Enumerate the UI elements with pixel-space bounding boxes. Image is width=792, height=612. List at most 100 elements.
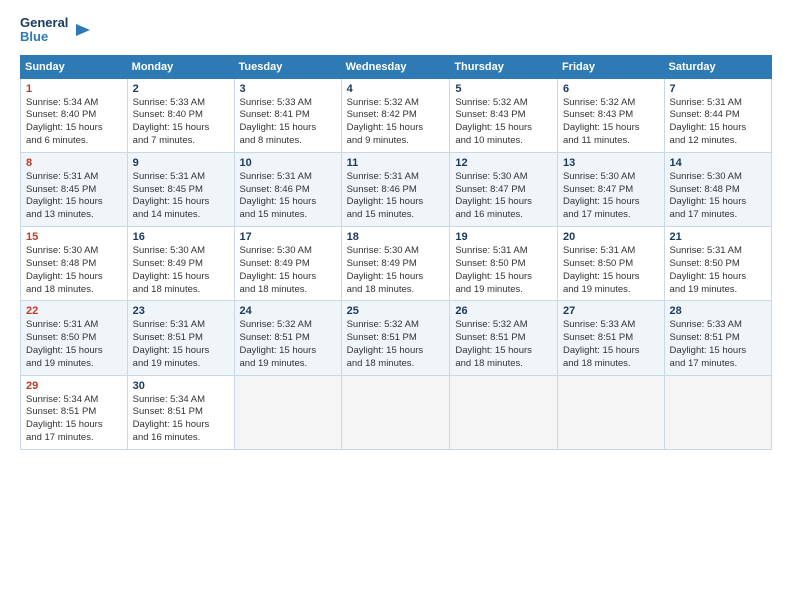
day-info: Sunrise: 5:34 AMSunset: 8:51 PMDaylight:…: [133, 394, 210, 443]
table-row: [341, 375, 450, 449]
calendar-header-tuesday: Tuesday: [234, 55, 341, 78]
day-info: Sunrise: 5:30 AMSunset: 8:47 PMDaylight:…: [455, 171, 532, 220]
day-number: 28: [670, 305, 766, 317]
calendar-header-wednesday: Wednesday: [341, 55, 450, 78]
day-number: 4: [347, 83, 445, 95]
table-row: 21 Sunrise: 5:31 AMSunset: 8:50 PMDayligh…: [664, 227, 771, 301]
day-info: Sunrise: 5:33 AMSunset: 8:40 PMDaylight:…: [133, 97, 210, 146]
page-header: General Blue: [20, 16, 772, 45]
day-info: Sunrise: 5:33 AMSunset: 8:51 PMDaylight:…: [563, 319, 640, 368]
day-number: 19: [455, 231, 552, 243]
day-number: 8: [26, 157, 122, 169]
table-row: [557, 375, 664, 449]
table-row: 5Sunrise: 5:32 AMSunset: 8:43 PMDaylight…: [450, 78, 558, 152]
table-row: 3 Sunrise: 5:33 AMSunset: 8:41 PMDaylight…: [234, 78, 341, 152]
day-number: 26: [455, 305, 552, 317]
day-number: 18: [347, 231, 445, 243]
day-info: Sunrise: 5:31 AMSunset: 8:46 PMDaylight:…: [347, 171, 424, 220]
calendar-header-saturday: Saturday: [664, 55, 771, 78]
day-info: Sunrise: 5:31 AMSunset: 8:46 PMDaylight:…: [240, 171, 317, 220]
logo-line2: Blue: [20, 30, 68, 44]
calendar-header-friday: Friday: [557, 55, 664, 78]
day-number: 9: [133, 157, 229, 169]
day-info: Sunrise: 5:31 AMSunset: 8:50 PMDaylight:…: [26, 319, 103, 368]
table-row: 30 Sunrise: 5:34 AMSunset: 8:51 PMDayligh…: [127, 375, 234, 449]
day-info: Sunrise: 5:31 AMSunset: 8:44 PMDaylight:…: [670, 97, 747, 146]
day-number: 14: [670, 157, 766, 169]
logo-line1: General: [20, 16, 68, 30]
table-row: 13 Sunrise: 5:30 AMSunset: 8:47 PMDayligh…: [557, 152, 664, 226]
table-row: 6 Sunrise: 5:32 AMSunset: 8:43 PMDaylight…: [557, 78, 664, 152]
day-info: Sunrise: 5:32 AMSunset: 8:51 PMDaylight:…: [455, 319, 532, 368]
table-row: [234, 375, 341, 449]
table-row: 10 Sunrise: 5:31 AMSunset: 8:46 PMDayligh…: [234, 152, 341, 226]
table-row: 12 Sunrise: 5:30 AMSunset: 8:47 PMDayligh…: [450, 152, 558, 226]
day-number: 6: [563, 83, 659, 95]
day-info: Sunrise: 5:30 AMSunset: 8:49 PMDaylight:…: [347, 245, 424, 294]
table-row: 22Sunrise: 5:31 AMSunset: 8:50 PMDayligh…: [21, 301, 128, 375]
day-info: Sunrise: 5:31 AMSunset: 8:50 PMDaylight:…: [670, 245, 747, 294]
table-row: 29 Sunrise: 5:34 AMSunset: 8:51 PMDayligh…: [21, 375, 128, 449]
day-number: 7: [670, 83, 766, 95]
day-number: 23: [133, 305, 229, 317]
calendar-header-sunday: Sunday: [21, 55, 128, 78]
day-info: Sunrise: 5:30 AMSunset: 8:49 PMDaylight:…: [240, 245, 317, 294]
table-row: 16 Sunrise: 5:30 AMSunset: 8:49 PMDayligh…: [127, 227, 234, 301]
logo-arrow-icon: [72, 20, 92, 40]
table-row: 17 Sunrise: 5:30 AMSunset: 8:49 PMDayligh…: [234, 227, 341, 301]
day-number: 30: [133, 380, 229, 392]
table-row: 20 Sunrise: 5:31 AMSunset: 8:50 PMDayligh…: [557, 227, 664, 301]
table-row: 14Sunrise: 5:30 AMSunset: 8:48 PMDayligh…: [664, 152, 771, 226]
table-row: 9 Sunrise: 5:31 AMSunset: 8:45 PMDaylight…: [127, 152, 234, 226]
day-info: Sunrise: 5:30 AMSunset: 8:48 PMDaylight:…: [26, 245, 103, 294]
table-row: 28Sunrise: 5:33 AMSunset: 8:51 PMDayligh…: [664, 301, 771, 375]
day-number: 13: [563, 157, 659, 169]
table-row: 4 Sunrise: 5:32 AMSunset: 8:42 PMDaylight…: [341, 78, 450, 152]
day-info: Sunrise: 5:30 AMSunset: 8:49 PMDaylight:…: [133, 245, 210, 294]
day-info: Sunrise: 5:32 AMSunset: 8:51 PMDaylight:…: [240, 319, 317, 368]
day-info: Sunrise: 5:33 AMSunset: 8:41 PMDaylight:…: [240, 97, 317, 146]
table-row: 7 Sunrise: 5:31 AMSunset: 8:44 PMDaylight…: [664, 78, 771, 152]
day-info: Sunrise: 5:34 AMSunset: 8:51 PMDaylight:…: [26, 394, 103, 443]
day-number: 16: [133, 231, 229, 243]
day-info: Sunrise: 5:31 AMSunset: 8:50 PMDaylight:…: [563, 245, 640, 294]
day-info: Sunrise: 5:32 AMSunset: 8:42 PMDaylight:…: [347, 97, 424, 146]
calendar-header-monday: Monday: [127, 55, 234, 78]
day-number: 25: [347, 305, 445, 317]
table-row: 18 Sunrise: 5:30 AMSunset: 8:49 PMDayligh…: [341, 227, 450, 301]
day-number: 21: [670, 231, 766, 243]
day-number: 24: [240, 305, 336, 317]
day-info: Sunrise: 5:32 AMSunset: 8:43 PMDaylight:…: [563, 97, 640, 146]
day-info: Sunrise: 5:31 AMSunset: 8:45 PMDaylight:…: [133, 171, 210, 220]
day-info: Sunrise: 5:31 AMSunset: 8:45 PMDaylight:…: [26, 171, 103, 220]
table-row: 8 Sunrise: 5:31 AMSunset: 8:45 PMDaylight…: [21, 152, 128, 226]
day-number: 2: [133, 83, 229, 95]
day-number: 5: [455, 83, 552, 95]
day-number: 3: [240, 83, 336, 95]
day-number: 12: [455, 157, 552, 169]
day-info: Sunrise: 5:34 AMSunset: 8:40 PMDaylight:…: [26, 97, 103, 146]
table-row: 23 Sunrise: 5:31 AMSunset: 8:51 PMDayligh…: [127, 301, 234, 375]
day-info: Sunrise: 5:30 AMSunset: 8:47 PMDaylight:…: [563, 171, 640, 220]
day-number: 1: [26, 83, 122, 95]
day-number: 15: [26, 231, 122, 243]
table-row: [664, 375, 771, 449]
day-number: 27: [563, 305, 659, 317]
table-row: 11 Sunrise: 5:31 AMSunset: 8:46 PMDayligh…: [341, 152, 450, 226]
day-number: 17: [240, 231, 336, 243]
day-number: 20: [563, 231, 659, 243]
day-info: Sunrise: 5:32 AMSunset: 8:51 PMDaylight:…: [347, 319, 424, 368]
table-row: 26 Sunrise: 5:32 AMSunset: 8:51 PMDayligh…: [450, 301, 558, 375]
table-row: 25 Sunrise: 5:32 AMSunset: 8:51 PMDayligh…: [341, 301, 450, 375]
day-number: 29: [26, 380, 122, 392]
table-row: [450, 375, 558, 449]
day-info: Sunrise: 5:31 AMSunset: 8:50 PMDaylight:…: [455, 245, 532, 294]
day-number: 10: [240, 157, 336, 169]
day-info: Sunrise: 5:31 AMSunset: 8:51 PMDaylight:…: [133, 319, 210, 368]
table-row: 2 Sunrise: 5:33 AMSunset: 8:40 PMDaylight…: [127, 78, 234, 152]
table-row: 19 Sunrise: 5:31 AMSunset: 8:50 PMDayligh…: [450, 227, 558, 301]
table-row: 24 Sunrise: 5:32 AMSunset: 8:51 PMDayligh…: [234, 301, 341, 375]
table-row: 15 Sunrise: 5:30 AMSunset: 8:48 PMDayligh…: [21, 227, 128, 301]
day-number: 11: [347, 157, 445, 169]
calendar-header-thursday: Thursday: [450, 55, 558, 78]
